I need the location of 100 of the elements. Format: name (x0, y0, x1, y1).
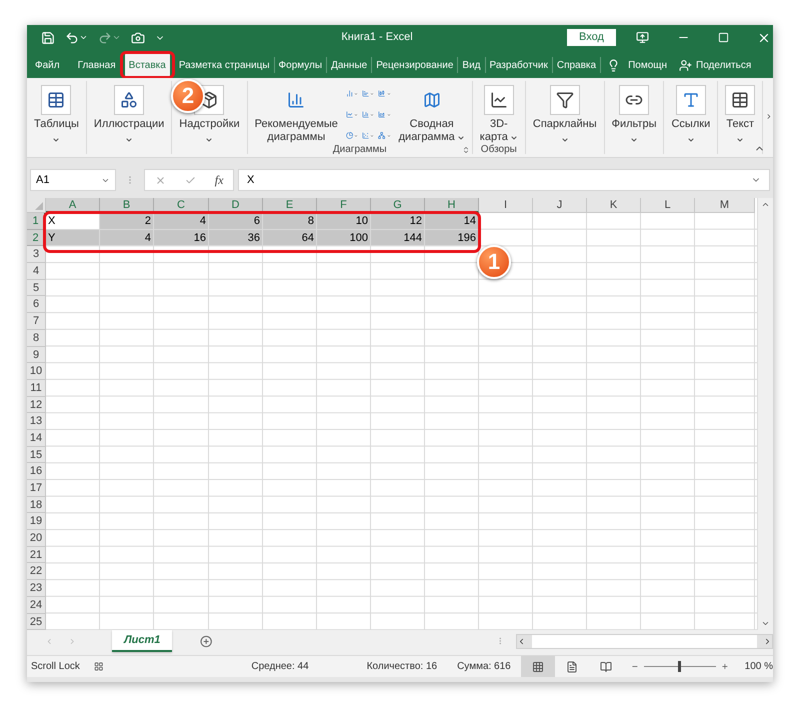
row-header[interactable]: 6 (27, 296, 46, 314)
row-header[interactable]: 22 (27, 563, 46, 580)
table-cell: 144 (371, 230, 425, 246)
name-box[interactable]: A1 (30, 169, 116, 191)
table-cell: 196 (425, 230, 479, 246)
package-icon (200, 91, 218, 109)
ribbon-button[interactable]: Рекомендуемые диаграммы (250, 81, 342, 144)
formula-field[interactable]: X (238, 169, 770, 191)
scroll-up-icon[interactable] (761, 200, 770, 209)
row-header[interactable]: 8 (27, 330, 46, 346)
row-header[interactable]: 25 (27, 614, 46, 630)
ribbon-tab[interactable]: Разработчик (486, 52, 552, 78)
page-layout-icon (566, 660, 578, 673)
column-header[interactable]: K (587, 198, 641, 213)
table-icon (731, 91, 750, 109)
zoom-slider[interactable] (644, 661, 716, 672)
column-header[interactable]: I (479, 198, 533, 213)
share-button[interactable]: Поделиться (673, 58, 758, 72)
ribbon-button[interactable]: Таблицы (30, 81, 83, 144)
row-header[interactable]: 17 (27, 480, 46, 497)
bar-chart-icon (287, 91, 306, 109)
add-sheet-icon[interactable] (200, 635, 213, 648)
table-cell: 8 (263, 213, 317, 230)
column-header[interactable]: J (533, 198, 587, 213)
row-header[interactable]: 11 (27, 380, 46, 397)
row-header[interactable]: 15 (27, 446, 46, 464)
ribbon-button[interactable]: Текст (721, 81, 760, 144)
lightbulb-icon (607, 58, 620, 72)
row-header[interactable]: 4 (27, 263, 46, 280)
row-header[interactable]: 14 (27, 430, 46, 447)
column-header[interactable]: M (695, 198, 755, 213)
caret-icon[interactable] (79, 33, 88, 42)
help-button[interactable]: Помощн (601, 58, 674, 72)
ribbon-tab[interactable]: Рецензирование (372, 52, 458, 78)
vertical-scrollbar[interactable] (757, 198, 773, 630)
table-cell: 4 (154, 213, 209, 230)
zoom-in-icon[interactable] (720, 662, 729, 672)
ribbon-button[interactable]: Фильтры (608, 81, 660, 144)
ribbon-tab[interactable]: Справка (552, 52, 600, 78)
row-header[interactable]: 20 (27, 530, 46, 547)
shapes-icon (120, 91, 138, 109)
insert-function-button[interactable]: fx (214, 171, 224, 189)
table-cell: 12 (371, 213, 425, 230)
group-label: Диаграммы (332, 144, 387, 156)
dialog-launcher-icon[interactable] (462, 146, 470, 154)
ribbon-tab[interactable]: Вид (458, 52, 485, 78)
row-header[interactable]: 9 (27, 346, 46, 364)
row-header[interactable]: 23 (27, 580, 46, 597)
undo-icon[interactable] (65, 30, 79, 44)
ribbon-tab[interactable]: Данные (327, 52, 372, 78)
row-header[interactable]: 19 (27, 513, 46, 530)
sign-in-button[interactable]: Вход (567, 29, 616, 46)
status-stat: Сумма: 616 (457, 660, 511, 674)
table-cell: X (46, 213, 100, 230)
view-button[interactable] (520, 656, 555, 678)
status-stat: Количество: 16 (366, 660, 438, 674)
ribbon-button[interactable]: Иллюстрации (90, 81, 168, 144)
filter-icon (556, 91, 574, 109)
row-header[interactable]: 13 (27, 413, 46, 430)
save-icon[interactable] (41, 30, 55, 44)
row-header[interactable]: 5 (27, 280, 46, 296)
normal-view-icon (532, 660, 544, 673)
ribbon-tab[interactable]: Формулы (274, 52, 326, 78)
table-cell: 16 (154, 230, 209, 246)
table-cell: 64 (263, 230, 317, 246)
zoom-slider-thumb[interactable] (678, 661, 682, 672)
camera-icon[interactable] (131, 30, 145, 44)
window-title: Книга1 - Excel (340, 30, 414, 46)
table-cell: 2 (100, 213, 154, 230)
ribbon-button[interactable]: Сводная диаграмма (394, 81, 469, 144)
column-header[interactable]: L (641, 198, 695, 213)
table-cell: 4 (100, 230, 154, 246)
ribbon-button[interactable]: Ссылки (667, 81, 714, 144)
maximize-icon[interactable] (718, 32, 729, 43)
ribbon-button[interactable]: 3D- карта (476, 81, 522, 144)
row-header[interactable]: 7 (27, 313, 46, 330)
table-cell: 14 (425, 213, 479, 230)
caret-icon[interactable] (112, 33, 121, 42)
row-header[interactable]: 24 (27, 596, 46, 614)
table-cell: 100 (317, 230, 371, 246)
table-cell: 10 (317, 213, 371, 230)
horizontal-scrollbar[interactable] (516, 634, 773, 650)
ribbon-tab[interactable]: Разметка страницы (174, 52, 274, 78)
row-header[interactable]: 16 (27, 463, 46, 480)
sparkline-icon (490, 91, 508, 109)
redo-icon[interactable] (98, 30, 112, 44)
scroll-right-icon[interactable] (765, 112, 773, 121)
table-cell: 36 (209, 230, 263, 246)
text-box-icon (682, 91, 700, 109)
ribbon-tab[interactable]: Главная (74, 52, 120, 78)
globe-map-icon (422, 91, 441, 109)
row-header[interactable]: 21 (27, 546, 46, 564)
row-header[interactable]: 12 (27, 396, 46, 414)
row-header[interactable]: 3 (27, 246, 46, 264)
table-cell: Y (46, 230, 100, 246)
ribbon-tab[interactable]: Файл (31, 52, 74, 78)
ribbon-button[interactable]: Спарклайны (528, 81, 601, 144)
row-header[interactable]: 18 (27, 496, 46, 514)
row-header[interactable]: 10 (27, 363, 46, 380)
sheet-tab[interactable]: Лист1 (112, 630, 172, 652)
